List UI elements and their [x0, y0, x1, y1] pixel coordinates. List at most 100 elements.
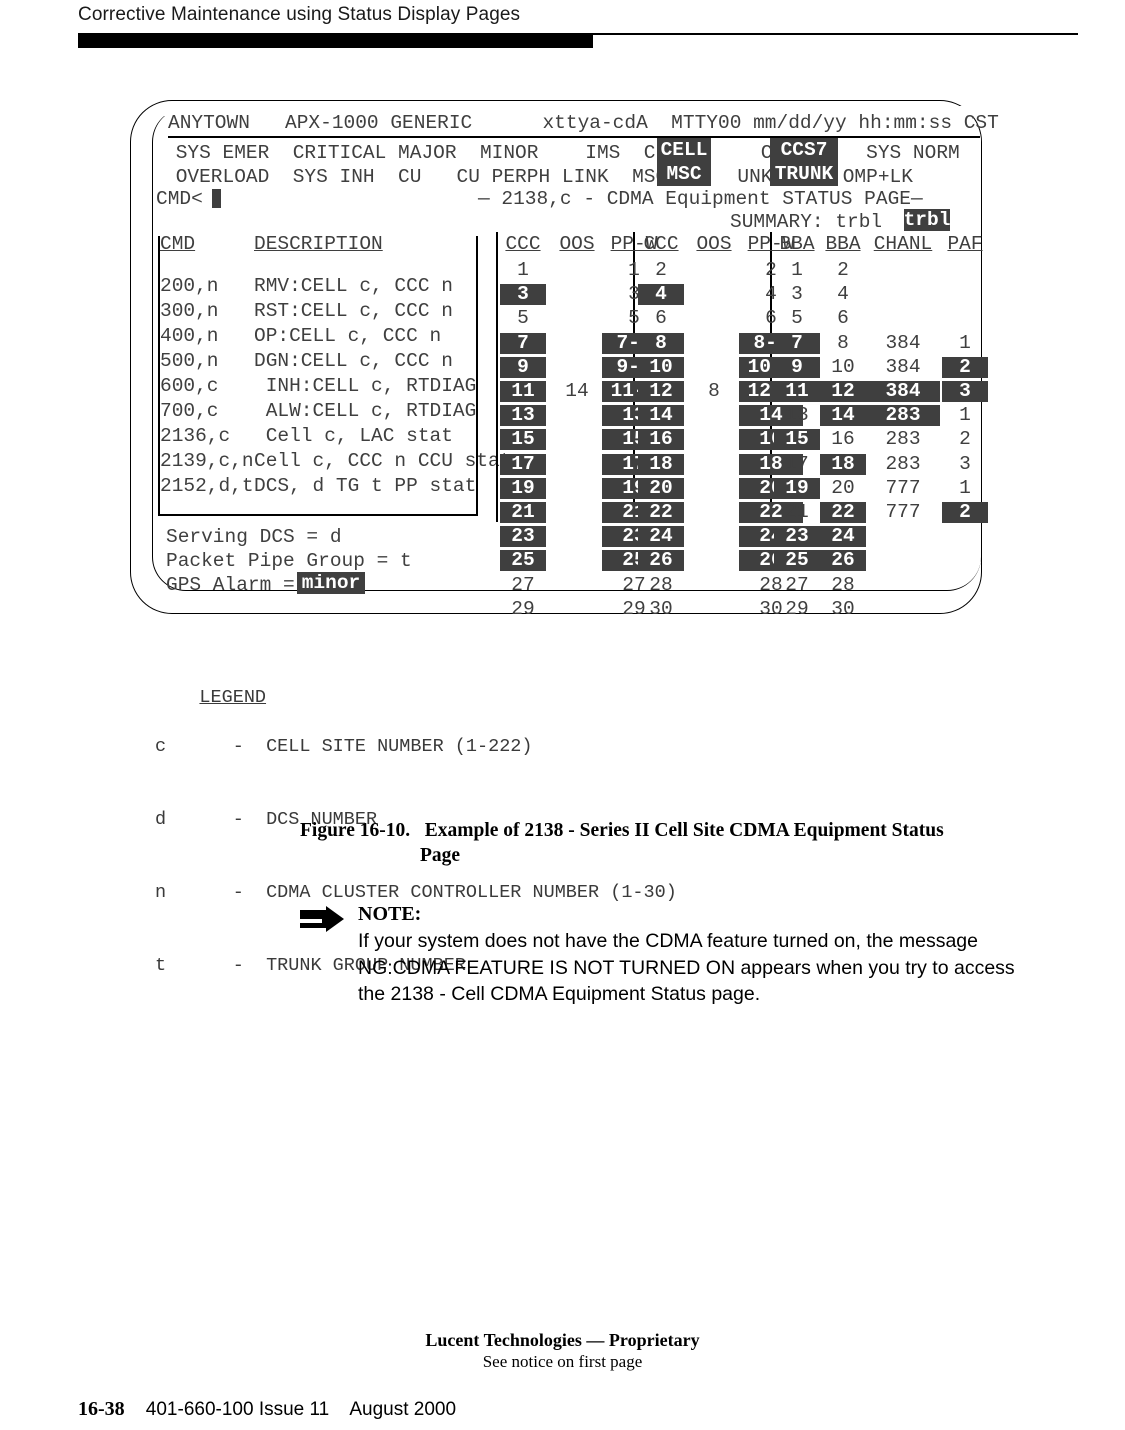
- alarm-ccs7-trunk-line2[interactable]: TRUNK: [770, 161, 838, 186]
- matrix-cell-bba-even[interactable]: 18: [820, 453, 866, 475]
- matrix-cell-ccc-2[interactable]: 12: [638, 381, 684, 402]
- matrix-cell-ccc-1[interactable]: 17: [500, 453, 546, 475]
- cmd-box-bottom-rule: [158, 514, 478, 516]
- matrix-cell-bba-even[interactable]: 20: [820, 477, 866, 499]
- matrix-cell-bba-even[interactable]: 24: [820, 526, 866, 548]
- matrix-cell-bba-even[interactable]: 26: [820, 550, 866, 572]
- matrix-cell-ccc-2[interactable]: 22: [638, 502, 684, 523]
- matrix-cell-ccc-2[interactable]: 4: [638, 284, 684, 306]
- matrix-cell-bba-odd[interactable]: 17: [774, 453, 820, 475]
- matrix-cell-ccc-2[interactable]: 2: [638, 260, 684, 281]
- cmd-code[interactable]: 2136,c: [160, 425, 230, 447]
- matrix-cell-ccc-1[interactable]: 13: [500, 405, 546, 427]
- matrix-cell-paf[interactable]: 3: [942, 453, 988, 475]
- matrix-cell-paf[interactable]: 3: [942, 381, 988, 402]
- alarm-cell-msc-line1[interactable]: CELL: [657, 138, 711, 161]
- matrix-cell-paf[interactable]: 1: [942, 477, 988, 499]
- matrix-cell-ccc-2[interactable]: 6: [638, 308, 684, 329]
- matrix-cell-paf[interactable]: 2: [942, 356, 988, 378]
- gps-alarm-badge[interactable]: minor: [297, 572, 365, 594]
- matrix-cell-bba-even[interactable]: 8: [820, 332, 866, 354]
- matrix-cell-ccc-2[interactable]: 26: [638, 550, 684, 572]
- matrix-cell-bba-even[interactable]: 2: [820, 260, 866, 281]
- matrix-cell-ccc-2[interactable]: 20: [638, 477, 684, 499]
- matrix-cell-bba-odd[interactable]: 23: [774, 526, 820, 548]
- matrix-cell-paf[interactable]: 1: [942, 405, 988, 426]
- cmd-code[interactable]: 600,c: [160, 375, 219, 397]
- matrix-cell-ccc-1[interactable]: 21: [500, 502, 546, 523]
- matrix-cell-chanl[interactable]: 283: [866, 453, 940, 475]
- legend-dash: -: [232, 881, 244, 903]
- matrix-cell-ccc-2[interactable]: 28: [638, 574, 684, 596]
- matrix-cell-ccc-1[interactable]: 9: [500, 356, 546, 378]
- matrix-cell-ccc-2[interactable]: 16: [638, 429, 684, 451]
- matrix-cell-chanl[interactable]: 384: [866, 332, 940, 354]
- matrix-cell-bba-odd[interactable]: 29: [774, 598, 820, 620]
- matrix-cell-ccc-2[interactable]: 18: [638, 453, 684, 475]
- matrix-cell-ccc-1[interactable]: 7: [500, 332, 546, 354]
- matrix-cell-bba-odd[interactable]: 9: [774, 356, 820, 378]
- matrix-cell-ccc-1[interactable]: 23: [500, 526, 546, 548]
- matrix-cell-bba-even[interactable]: 14: [820, 405, 866, 427]
- matrix-cell-ccc-1[interactable]: 19: [500, 477, 546, 499]
- cmd-code[interactable]: 400,n: [160, 325, 219, 347]
- matrix-cell-bba-even[interactable]: 4: [820, 284, 866, 305]
- matrix-cell-ccc-1[interactable]: 15: [500, 429, 546, 451]
- matrix-cell-paf[interactable]: 2: [942, 429, 988, 450]
- matrix-cell-ccc-1[interactable]: 11: [500, 381, 546, 402]
- matrix-cell-ccc-2[interactable]: 10: [638, 356, 684, 378]
- matrix-cell-bba-even[interactable]: 30: [820, 598, 866, 620]
- matrix-cell-ccc-1[interactable]: 25: [500, 550, 546, 572]
- matrix-cell-ccc-1[interactable]: 29: [500, 598, 546, 620]
- matrix-cell-bba-odd[interactable]: 27: [774, 574, 820, 596]
- cmd-code[interactable]: 2139,c,n: [160, 450, 254, 472]
- matrix-cell-ccc-1[interactable]: 27: [500, 574, 546, 596]
- matrix-cell-bba-even[interactable]: 10: [820, 356, 866, 378]
- alarm-ccs7-trunk-line1[interactable]: CCS7: [770, 138, 838, 161]
- matrix-cell-chanl[interactable]: 384: [866, 356, 940, 378]
- matrix-cell-ccc-2[interactable]: 30: [638, 598, 684, 620]
- summary-status-badge[interactable]: trbl: [904, 209, 950, 231]
- matrix-cell-bba-odd[interactable]: 11: [774, 381, 820, 402]
- matrix-cell-oos-1[interactable]: 14: [554, 381, 600, 402]
- matrix-cell-bba-even[interactable]: 16: [820, 429, 866, 450]
- col-header-paf: PAF: [947, 233, 983, 255]
- footer-pageinfo: 16-38 401-660-100 Issue 11 August 2000: [78, 1398, 456, 1421]
- cmd-cursor[interactable]: [212, 189, 221, 208]
- matrix-cell-chanl[interactable]: 777: [866, 502, 940, 523]
- matrix-cell-ccc-2[interactable]: 8: [638, 332, 684, 354]
- matrix-cell-bba-even[interactable]: 12: [820, 381, 866, 402]
- matrix-cell-oos-2[interactable]: 8: [691, 381, 737, 402]
- matrix-cell-bba-odd[interactable]: 25: [774, 550, 820, 572]
- matrix-cell-ccc-2[interactable]: 14: [638, 405, 684, 427]
- matrix-cell-bba-odd[interactable]: 21: [774, 502, 820, 523]
- matrix-cell-chanl[interactable]: 777: [866, 477, 940, 499]
- cmd-code[interactable]: 700,c: [160, 400, 219, 422]
- matrix-cell-bba-odd[interactable]: 15: [774, 429, 820, 451]
- matrix-cell-bba-even[interactable]: 6: [820, 308, 866, 329]
- matrix-cell-bba-odd[interactable]: 13: [774, 405, 820, 426]
- matrix-cell-bba-odd[interactable]: 5: [774, 308, 820, 329]
- matrix-cell-bba-odd[interactable]: 19: [774, 477, 820, 499]
- matrix-cell-bba-odd[interactable]: 3: [774, 284, 820, 305]
- matrix-cell-ccc-1[interactable]: 3: [500, 284, 546, 306]
- cmd-code[interactable]: 500,n: [160, 350, 219, 372]
- cmd-code[interactable]: 2152,d,t: [160, 475, 254, 497]
- matrix-cell-ccc-1[interactable]: 1: [500, 260, 546, 281]
- matrix-cell-paf[interactable]: 1: [942, 332, 988, 354]
- matrix-cell-ccc-1[interactable]: 5: [500, 308, 546, 329]
- cmd-code[interactable]: 200,n: [160, 275, 219, 297]
- matrix-cell-paf[interactable]: 2: [942, 502, 988, 523]
- matrix-cell-bba-even[interactable]: 28: [820, 574, 866, 596]
- matrix-cell-chanl[interactable]: 283: [866, 429, 940, 450]
- matrix-cell-chanl[interactable]: 283: [866, 405, 940, 427]
- alarm-cell-msc-line2[interactable]: MSC: [657, 161, 711, 186]
- cmd-code[interactable]: 300,n: [160, 300, 219, 322]
- matrix-separator-1: [496, 232, 498, 522]
- footer-notice: See notice on first page: [482, 1352, 643, 1371]
- matrix-cell-ccc-2[interactable]: 24: [638, 526, 684, 548]
- matrix-cell-bba-odd[interactable]: 7: [774, 332, 820, 354]
- matrix-cell-bba-odd[interactable]: 1: [774, 260, 820, 281]
- matrix-cell-chanl[interactable]: 384: [866, 381, 940, 402]
- matrix-cell-bba-even[interactable]: 22: [820, 502, 866, 523]
